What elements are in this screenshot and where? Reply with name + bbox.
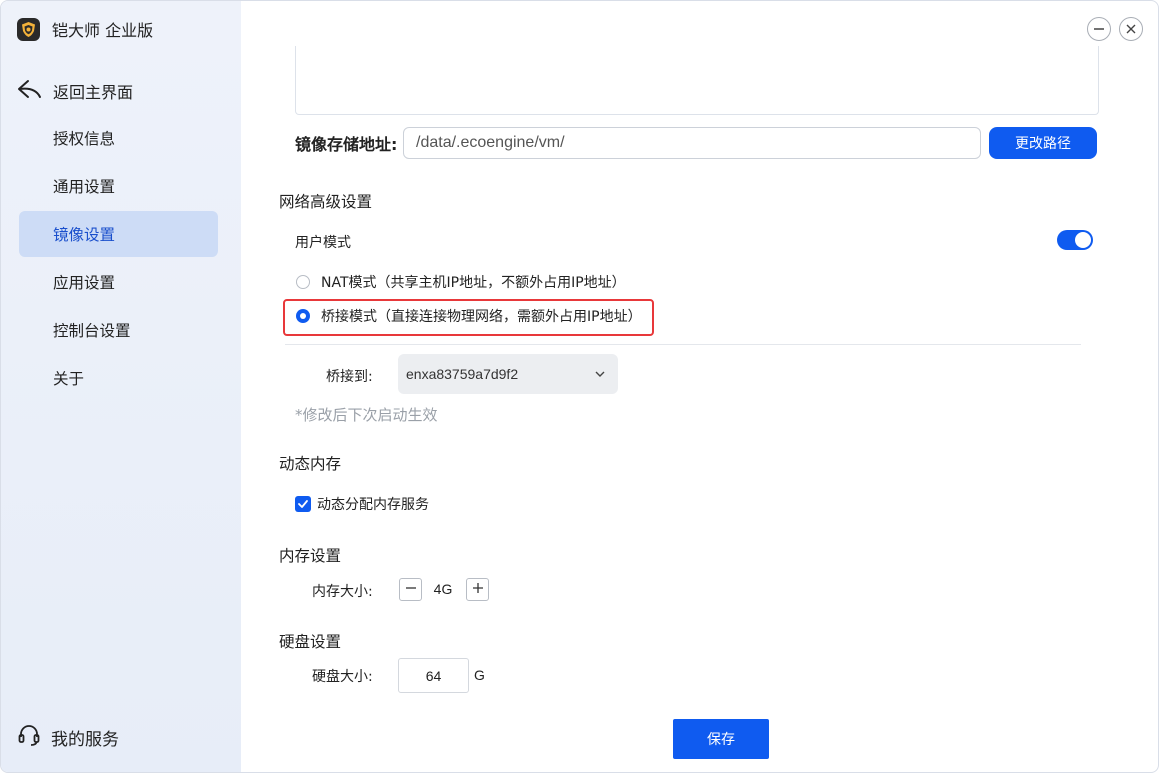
- disk-size-label: 硬盘大小:: [312, 669, 373, 685]
- app-header: 铠大师 企业版: [17, 17, 153, 41]
- chevron-down-icon: [594, 367, 606, 383]
- divider: [285, 344, 1081, 345]
- back-arrow-icon: [17, 77, 43, 105]
- nat-mode-radio[interactable]: [296, 275, 310, 289]
- sidebar-item-label: 通用设置: [53, 178, 116, 196]
- restart-hint: *修改后下次启动生效: [295, 406, 438, 424]
- toggle-knob: [1075, 232, 1091, 248]
- memory-size-label: 内存大小:: [312, 584, 373, 600]
- back-to-main-label: 返回主界面: [53, 83, 134, 102]
- sidebar-item-label: 应用设置: [53, 274, 116, 292]
- minus-icon: [404, 580, 418, 599]
- sidebar-item-about[interactable]: 关于: [19, 355, 218, 401]
- headset-icon: [17, 723, 41, 751]
- dynamic-memory-option[interactable]: 动态分配内存服务: [295, 494, 429, 514]
- memory-size-value: 4G: [433, 581, 453, 597]
- app-window: 铠大师 企业版 返回主界面 授权信息 通用设置 镜像设置 应用设置 控制台设置 …: [0, 0, 1159, 773]
- sidebar-item-image-settings[interactable]: 镜像设置: [19, 211, 218, 257]
- nat-mode-option[interactable]: NAT模式（共享主机IP地址，不额外占用IP地址）: [296, 272, 626, 292]
- storage-path-row: 镜像存储地址: /data/.ecoengine/vm/: [295, 127, 981, 159]
- user-mode-toggle[interactable]: [1057, 230, 1093, 250]
- bridge-to-label: 桥接到:: [326, 369, 373, 385]
- dynamic-memory-label: 动态分配内存服务: [317, 497, 429, 513]
- change-path-button[interactable]: 更改路径: [989, 127, 1097, 159]
- save-button[interactable]: 保存: [673, 719, 769, 759]
- sidebar-item-label: 关于: [53, 370, 85, 388]
- sidebar: 铠大师 企业版 返回主界面 授权信息 通用设置 镜像设置 应用设置 控制台设置 …: [1, 1, 241, 772]
- app-logo-icon: [17, 17, 40, 41]
- storage-path-label: 镜像存储地址:: [295, 135, 398, 154]
- sidebar-nav: 授权信息 通用设置 镜像设置 应用设置 控制台设置 关于: [19, 115, 218, 403]
- bridge-mode-label: 桥接模式（直接连接物理网络，需额外占用IP地址）: [321, 309, 642, 325]
- sidebar-item-label: 镜像设置: [53, 226, 116, 244]
- app-title: 铠大师 企业版: [52, 21, 154, 40]
- bridge-mode-option[interactable]: 桥接模式（直接连接物理网络，需额外占用IP地址）: [296, 306, 642, 326]
- memory-increase-button[interactable]: [466, 578, 489, 601]
- storage-path-input[interactable]: /data/.ecoengine/vm/: [403, 127, 981, 159]
- disk-size-unit: G: [474, 667, 485, 683]
- memory-decrease-button[interactable]: [399, 578, 422, 601]
- disk-size-input[interactable]: 64: [398, 658, 469, 693]
- bridge-interface-select[interactable]: enxa83759a7d9f2: [398, 354, 618, 394]
- back-to-main-button[interactable]: 返回主界面: [17, 77, 133, 105]
- dynamic-memory-title: 动态内存: [279, 455, 342, 473]
- user-mode-label: 用户模式: [295, 235, 351, 251]
- sidebar-item-app-settings[interactable]: 应用设置: [19, 259, 218, 305]
- sidebar-item-console-settings[interactable]: 控制台设置: [19, 307, 218, 353]
- scrolled-content-box: [295, 46, 1099, 115]
- memory-settings-title: 内存设置: [279, 547, 342, 565]
- dynamic-memory-checkbox[interactable]: [295, 496, 311, 512]
- my-service-label: 我的服务: [51, 729, 119, 750]
- settings-panel: 镜像存储地址: /data/.ecoengine/vm/ 更改路径 网络高级设置…: [241, 1, 1158, 772]
- sidebar-item-license[interactable]: 授权信息: [19, 115, 218, 161]
- my-service-button[interactable]: 我的服务: [17, 723, 119, 751]
- disk-settings-title: 硬盘设置: [279, 633, 342, 651]
- sidebar-item-label: 控制台设置: [53, 322, 131, 340]
- sidebar-item-general[interactable]: 通用设置: [19, 163, 218, 209]
- nat-mode-label: NAT模式（共享主机IP地址，不额外占用IP地址）: [321, 275, 626, 291]
- bridge-mode-radio[interactable]: [296, 309, 310, 323]
- sidebar-item-label: 授权信息: [53, 130, 116, 148]
- network-advanced-title: 网络高级设置: [279, 193, 373, 211]
- plus-icon: [471, 580, 485, 599]
- bridge-interface-value: enxa83759a7d9f2: [406, 366, 519, 382]
